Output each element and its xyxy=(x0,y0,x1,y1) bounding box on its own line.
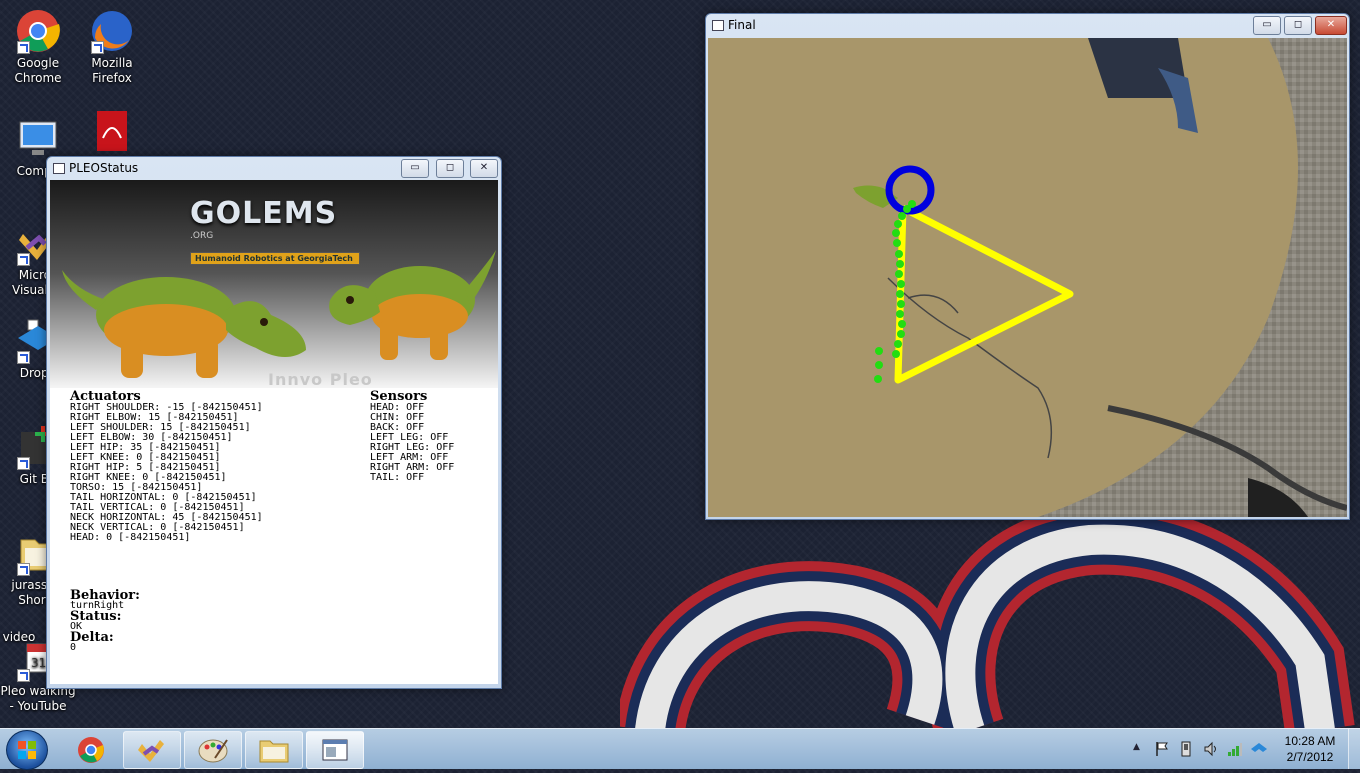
logo-text: GOLEMS xyxy=(190,196,338,231)
camera-view xyxy=(708,38,1347,517)
watermark: Innvo Pleo xyxy=(268,370,373,389)
camera-frame xyxy=(708,38,1347,517)
clock-time: 10:28 AM xyxy=(1284,734,1336,748)
actuators-section: Actuators RIGHT SHOULDER: -15 [-84215045… xyxy=(70,390,370,543)
action-center-flag-icon[interactable] xyxy=(1155,741,1169,757)
window-app-icon xyxy=(322,739,348,761)
wallpaper-logo xyxy=(620,520,1355,730)
minimize-button[interactable]: ▭ xyxy=(401,159,429,178)
google-chrome-icon xyxy=(15,8,61,54)
google-chrome-icon xyxy=(78,737,104,763)
pleo-status-window[interactable]: PLEOStatus ▭ ◻ ✕ GOLEMS .ORG Humanoid Ro… xyxy=(46,156,502,689)
desktop-icon-label: Google Chrome xyxy=(14,56,62,85)
taskbar-chrome[interactable] xyxy=(62,731,120,769)
taskbar: ▲ 10:28 AM 2/7/2012 xyxy=(0,728,1360,770)
visual-studio-icon xyxy=(138,740,164,762)
desktop-icon-firefox[interactable]: Mozilla Firefox xyxy=(74,8,150,86)
clock[interactable]: 10:28 AM 2/7/2012 xyxy=(1278,733,1342,765)
sensors-list: HEAD: OFF CHIN: OFF BACK: OFF LEFT LEG: … xyxy=(370,403,495,483)
window-title: Final xyxy=(728,18,756,32)
pleo-status-titlebar[interactable]: PLEOStatus ▭ ◻ ✕ xyxy=(47,157,501,179)
adobe-reader-icon xyxy=(89,108,135,154)
pleo-dinosaur-image xyxy=(62,270,306,378)
tray-show-hidden-button[interactable]: ▲ xyxy=(1133,742,1140,752)
dropbox-tray-icon[interactable] xyxy=(1251,741,1267,757)
show-desktop-button[interactable] xyxy=(1348,729,1360,769)
sensor-row: TAIL: OFF xyxy=(370,472,425,483)
svg-text:31: 31 xyxy=(31,656,46,670)
pleo-status-client: GOLEMS .ORG Humanoid Robotics at Georgia… xyxy=(50,180,498,684)
actuator-row: HEAD: 0 [-842150451] xyxy=(70,532,191,543)
delta-label: Delta: xyxy=(70,630,114,645)
desktop-icon-chrome[interactable]: Google Chrome xyxy=(0,8,76,86)
network-signal-icon[interactable] xyxy=(1227,741,1243,757)
close-button[interactable]: ✕ xyxy=(1315,16,1347,35)
window-icon xyxy=(53,163,65,174)
minimize-button[interactable]: ▭ xyxy=(1253,16,1281,35)
taskbar-explorer[interactable] xyxy=(245,731,303,769)
folder-icon xyxy=(259,740,289,763)
status-label: Status: xyxy=(70,609,122,624)
final-window[interactable]: Final ▭ ◻ ✕ xyxy=(705,13,1350,520)
desktop-icon-adobe[interactable] xyxy=(74,108,150,156)
taskbar-pleo-status[interactable] xyxy=(306,731,364,769)
clock-date: 2/7/2012 xyxy=(1286,750,1334,764)
device-icon[interactable] xyxy=(1179,741,1193,757)
pleo-dinosaur-image xyxy=(329,250,496,360)
paint-palette-icon xyxy=(198,739,228,763)
speaker-volume-icon[interactable] xyxy=(1203,741,1219,757)
maximize-button[interactable]: ◻ xyxy=(1284,16,1312,35)
golems-banner: GOLEMS .ORG Humanoid Robotics at Georgia… xyxy=(50,180,498,389)
final-titlebar[interactable]: Final ▭ ◻ ✕ xyxy=(706,14,1349,36)
start-button[interactable] xyxy=(6,730,48,770)
windows-logo-icon xyxy=(18,741,36,759)
window-icon xyxy=(712,20,724,31)
actuators-list: RIGHT SHOULDER: -15 [-842150451] RIGHT E… xyxy=(70,403,370,543)
mozilla-firefox-icon xyxy=(89,8,135,54)
behavior-section: Behavior: turnRight Status: OK Delta: 0 xyxy=(70,589,270,653)
window-title: PLEOStatus xyxy=(69,161,139,175)
taskbar-paint[interactable] xyxy=(184,731,242,769)
sensors-section: Sensors HEAD: OFF CHIN: OFF BACK: OFF LE… xyxy=(370,390,495,483)
taskbar-visual-studio[interactable] xyxy=(123,731,181,769)
desktop-icon-label: Mozilla Firefox xyxy=(91,56,133,85)
close-button[interactable]: ✕ xyxy=(470,159,498,178)
maximize-button[interactable]: ◻ xyxy=(436,159,464,178)
